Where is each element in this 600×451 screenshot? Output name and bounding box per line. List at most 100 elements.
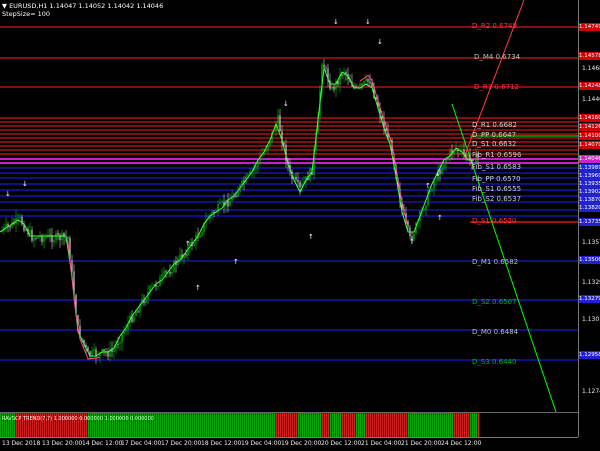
histogram-bar	[390, 413, 392, 437]
candle-body	[57, 232, 59, 235]
candle-body	[63, 232, 65, 238]
price-chart[interactable]	[0, 0, 578, 412]
histogram-bar	[226, 413, 228, 437]
time-tick-label: 13 Dec 20:00	[42, 440, 83, 447]
histogram-bar	[486, 413, 488, 437]
candle-body	[423, 209, 425, 211]
histogram-bar	[218, 413, 220, 437]
histogram-bar	[528, 413, 530, 437]
histogram-bar	[366, 413, 368, 437]
histogram-bar	[160, 413, 162, 437]
price-level-marker: 1.13820	[579, 204, 600, 212]
candle-body	[145, 299, 147, 304]
candle-body	[461, 149, 463, 151]
price-scale[interactable]: 1.14685 1.14405 1.13575 1.13295 1.13015 1.127…	[578, 0, 600, 437]
level-label: Fib_S1 0.6555	[472, 185, 522, 193]
chart-area[interactable]: ▼ EURUSD,H1 1.14047 1.14052 1.14042 1.14…	[0, 0, 578, 412]
price-level-marker: 1.13902	[579, 188, 600, 196]
histogram-bar	[538, 413, 540, 437]
histogram-bar	[434, 413, 436, 437]
histogram-bar	[164, 413, 166, 437]
buy-arrow-icon: ↑	[185, 240, 191, 248]
buy-arrow-icon: ↑	[425, 182, 431, 190]
buy-arrow-icon: ↑	[233, 258, 239, 266]
histogram-bar	[350, 413, 352, 437]
price-level-marker: 1.14100	[579, 132, 600, 140]
price-level-marker: 1.13735	[579, 218, 600, 226]
histogram-bar	[554, 413, 556, 437]
histogram-bar	[524, 413, 526, 437]
candle-body	[201, 232, 203, 236]
candle-body	[193, 242, 195, 247]
histogram-bar	[532, 413, 534, 437]
histogram-bar	[448, 413, 450, 437]
histogram-bar	[286, 413, 288, 437]
histogram-bar	[460, 413, 462, 437]
histogram-bar	[500, 413, 502, 437]
level-label: D_S2 0.6507	[472, 298, 517, 306]
candle-body	[341, 74, 343, 76]
histogram-bar	[250, 413, 252, 437]
histogram-bar	[214, 413, 216, 437]
histogram-bar	[446, 413, 448, 437]
candle-body	[345, 72, 347, 74]
histogram-bar	[494, 413, 496, 437]
histogram-bar	[498, 413, 500, 437]
histogram-bar	[438, 413, 440, 437]
histogram-bar	[558, 413, 560, 437]
buy-arrow-icon: ↑	[409, 238, 415, 246]
candle-body	[185, 254, 187, 256]
candle-body	[331, 86, 333, 89]
candle-body	[265, 150, 267, 152]
price-level-marker: 1.13989	[579, 164, 600, 172]
price-tick-label: 1.13295	[582, 279, 600, 286]
candle-body	[361, 83, 363, 85]
histogram-bar	[298, 413, 300, 437]
candle-body	[235, 196, 237, 198]
candle-body	[365, 78, 367, 82]
histogram-bar	[468, 413, 470, 437]
buy-arrow-icon: ↑	[437, 214, 443, 222]
candle-body	[161, 274, 163, 278]
histogram-bar	[542, 413, 544, 437]
candle-body	[279, 115, 281, 132]
histogram-bar	[176, 413, 178, 437]
histogram-bar	[518, 413, 520, 437]
histogram-bar	[270, 413, 272, 437]
histogram-bar	[296, 413, 298, 437]
histogram-bar	[322, 413, 324, 437]
histogram-bar	[174, 413, 176, 437]
candle-body	[5, 224, 7, 228]
level-label: Fib_S2 0.6537	[472, 195, 522, 203]
histogram-bar	[326, 413, 328, 437]
histogram-bar	[536, 413, 538, 437]
histogram-bar	[372, 413, 374, 437]
candle-body	[371, 83, 373, 87]
histogram-bar	[318, 413, 320, 437]
histogram-bar	[476, 413, 478, 437]
time-axis[interactable]: 13 Dec 2018 13 Dec 20:00 14 Dec 12:00 17 De…	[0, 437, 578, 451]
candle-body	[169, 271, 171, 274]
histogram-bar	[304, 413, 306, 437]
price-level-marker: 1.13960	[579, 172, 600, 180]
histogram-bar	[462, 413, 464, 437]
histogram-bar	[306, 413, 308, 437]
candle-body	[53, 240, 55, 243]
histogram-bar	[530, 413, 532, 437]
histogram-bar	[410, 413, 412, 437]
histogram-bar	[330, 413, 332, 437]
candle-body	[103, 349, 105, 352]
histogram-bar	[520, 413, 522, 437]
candle-body	[441, 167, 443, 174]
histogram-bar	[450, 413, 452, 437]
histogram-bar	[338, 413, 340, 437]
histogram-bar	[236, 413, 238, 437]
candles	[1, 58, 479, 364]
histogram-bar	[444, 413, 446, 437]
histogram-bar	[348, 413, 350, 437]
trend-indicator-panel[interactable]: RAVSCP TREND(7,7) 1.000000 0.000000 1.00…	[0, 412, 578, 438]
histogram-bar	[210, 413, 212, 437]
histogram-bar	[238, 413, 240, 437]
histogram-bar	[402, 413, 404, 437]
histogram-bar	[384, 413, 386, 437]
